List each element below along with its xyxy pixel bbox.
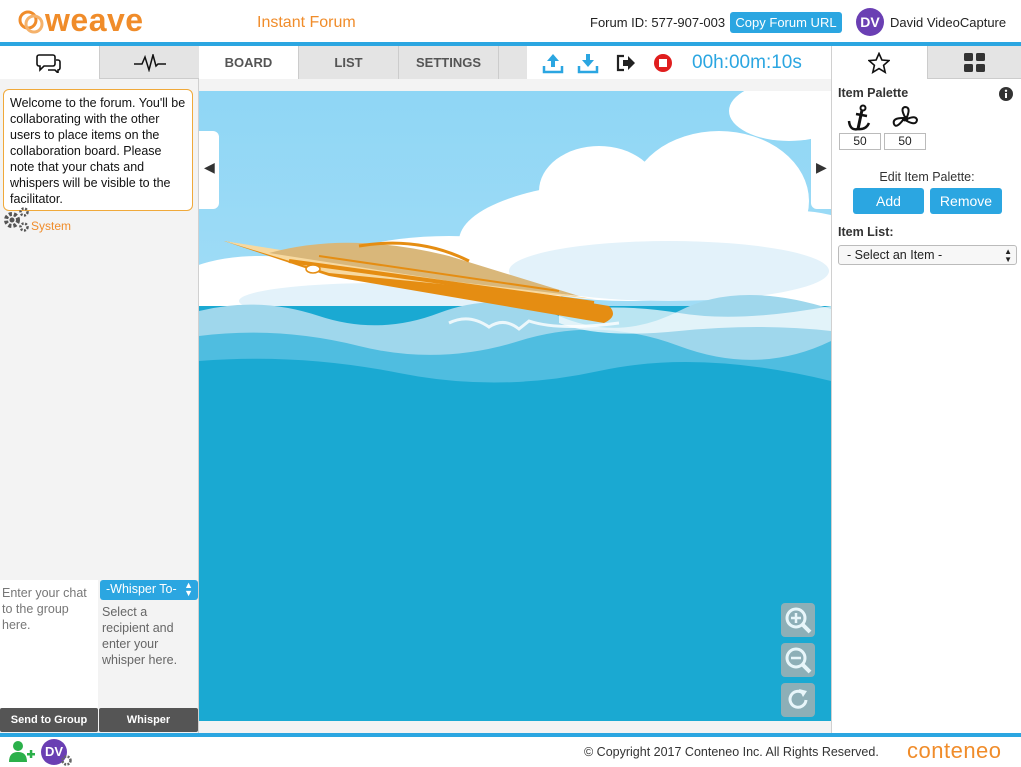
- zoom-out-button[interactable]: [781, 643, 815, 677]
- whisper-input[interactable]: Select a recipient and enter your whispe…: [99, 602, 198, 708]
- board-left-arrow[interactable]: ◀: [199, 131, 219, 209]
- app-logo-text: weave: [45, 2, 144, 38]
- select-arrows-icon: ▲ ▼: [1004, 247, 1012, 264]
- zoom-in-icon: [785, 607, 812, 634]
- items-panel: Item Palette 50 50 Edit Item Palette: Ad…: [831, 46, 1021, 733]
- weave-logo-icon: [17, 8, 45, 36]
- exit-icon[interactable]: [616, 54, 636, 72]
- gears-icon: [4, 207, 29, 232]
- chevron-right-icon: ▶: [816, 159, 827, 175]
- edit-palette-label: Edit Item Palette:: [879, 170, 975, 184]
- chat-bubbles-icon: [36, 54, 61, 73]
- forum-title: Instant Forum: [257, 14, 356, 31]
- propeller-icon: [892, 106, 918, 127]
- zoom-out-icon: [785, 647, 812, 674]
- user-name[interactable]: David VideoCapture: [890, 15, 1006, 30]
- send-to-group-button[interactable]: Send to Group: [0, 708, 98, 732]
- refresh-icon: [788, 689, 808, 709]
- whisper-select-label: -Whisper To-: [106, 582, 177, 596]
- user-avatar[interactable]: DV: [856, 8, 884, 36]
- select-arrows-icon: ▲ ▼: [184, 580, 193, 598]
- download-icon[interactable]: [577, 52, 599, 74]
- system-message: Welcome to the forum. You'll be collabor…: [3, 89, 193, 211]
- zoom-in-button[interactable]: [781, 603, 815, 637]
- tab-board[interactable]: BOARD: [199, 46, 299, 79]
- chevron-left-icon: ◀: [204, 159, 215, 175]
- item-palette-label: Item Palette: [838, 86, 909, 100]
- anchor-icon: [847, 104, 871, 131]
- session-timer: 00h:00m:10s: [692, 52, 802, 73]
- anchor-count: 50: [839, 133, 881, 150]
- tab-spacer: [499, 46, 527, 79]
- tab-list[interactable]: LIST: [299, 46, 399, 79]
- tab-settings[interactable]: SETTINGS: [399, 46, 499, 79]
- tab-activity[interactable]: [99, 46, 199, 79]
- activity-pulse-icon: [134, 54, 166, 72]
- group-chat-input[interactable]: Enter your chat to the group here.: [0, 580, 98, 708]
- item-list-select[interactable]: - Select an Item - ▲ ▼: [838, 245, 1017, 265]
- item-list-label: Item List:: [838, 225, 894, 239]
- add-item-button[interactable]: Add: [853, 188, 924, 214]
- app-footer: DV © Copyright 2017 Conteneo Inc. All Ri…: [0, 737, 1021, 767]
- tab-favorites[interactable]: [832, 46, 927, 79]
- tab-chat[interactable]: [0, 46, 99, 79]
- star-icon: [868, 52, 890, 74]
- upload-icon[interactable]: [542, 52, 564, 74]
- message-sender: System: [31, 219, 72, 233]
- collaboration-board[interactable]: ◀ ▶: [199, 91, 831, 721]
- copy-forum-url-button[interactable]: Copy Forum URL: [730, 12, 842, 33]
- whisper-button[interactable]: Whisper: [99, 708, 198, 732]
- speedboat-scene-image: [199, 91, 831, 721]
- add-user-icon[interactable]: [8, 740, 36, 764]
- conteneo-logo: conteneo: [907, 738, 1002, 763]
- board-right-arrow[interactable]: ▶: [811, 131, 831, 209]
- stop-record-icon[interactable]: [653, 53, 673, 73]
- tab-grid[interactable]: [927, 46, 1021, 79]
- app-header: weave Instant Forum Forum ID: 577-907-00…: [0, 0, 1021, 42]
- item-select-value: - Select an Item -: [847, 248, 943, 262]
- propeller-count: 50: [884, 133, 926, 150]
- board-toolbar: 00h:00m:10s: [527, 46, 831, 79]
- board-area: BOARD LIST SETTINGS 00h:00m:10s ◀ ▶: [199, 46, 831, 733]
- copyright-text: © Copyright 2017 Conteneo Inc. All Right…: [584, 745, 879, 759]
- forum-id: Forum ID: 577-907-003: [590, 15, 726, 30]
- whisper-recipient-select[interactable]: -Whisper To- ▲ ▼: [100, 580, 198, 600]
- grid-icon: [964, 53, 985, 72]
- chat-panel: Welcome to the forum. You'll be collabor…: [0, 46, 199, 733]
- reset-view-button[interactable]: [781, 683, 815, 717]
- remove-item-button[interactable]: Remove: [930, 188, 1002, 214]
- info-icon[interactable]: [999, 87, 1013, 101]
- settings-gear-icon[interactable]: [61, 755, 72, 766]
